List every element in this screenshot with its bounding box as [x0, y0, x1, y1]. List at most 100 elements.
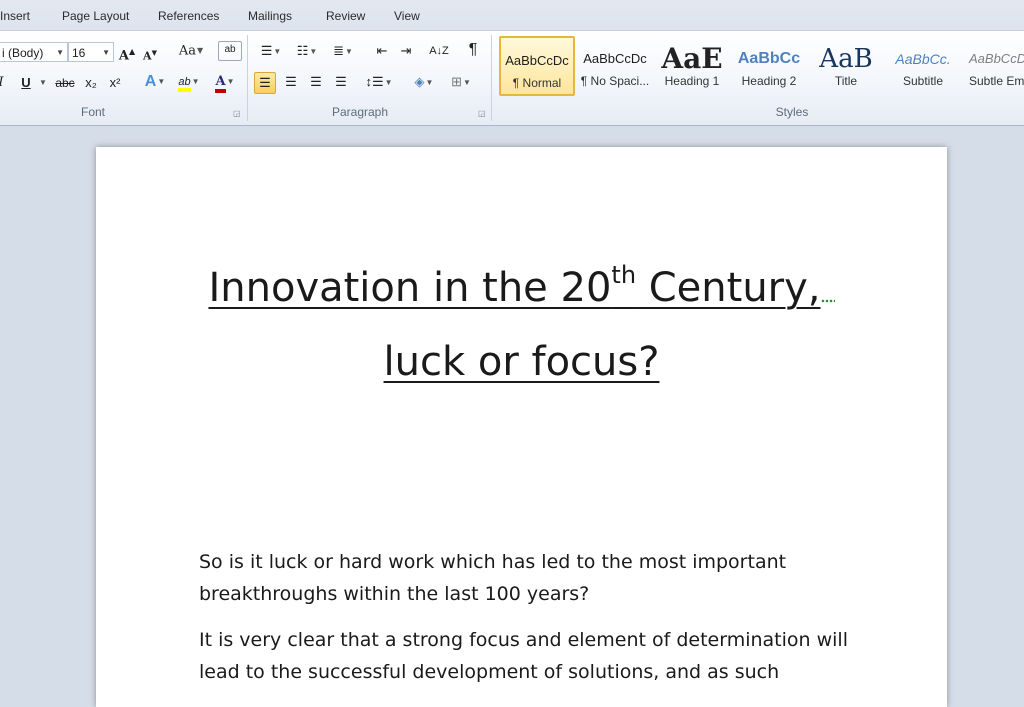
- multilevel-list-button[interactable]: ≣▼: [328, 41, 358, 63]
- grow-font-button[interactable]: A▲: [118, 41, 136, 63]
- style-heading-1[interactable]: AaE Heading 1: [654, 36, 730, 96]
- superscript-button[interactable]: x²: [106, 73, 124, 95]
- shrink-font-button[interactable]: A▼: [142, 43, 158, 65]
- justify-button[interactable]: ☰: [330, 72, 352, 94]
- tab-mailings[interactable]: Mailings: [248, 9, 292, 23]
- underline-icon: U: [21, 75, 31, 90]
- style-no-spacing[interactable]: AaBbCcDc ¶ No Spaci...: [577, 36, 653, 96]
- style-title[interactable]: AaB Title: [808, 36, 884, 96]
- font-dialog-launcher-icon[interactable]: ◲: [233, 109, 241, 118]
- font-color-icon: A: [215, 74, 226, 93]
- tab-insert[interactable]: Insert: [0, 9, 30, 23]
- tab-page-layout[interactable]: Page Layout: [62, 9, 129, 23]
- style-name: ¶ No Spaci...: [580, 74, 650, 88]
- pilcrow-icon: ¶: [468, 41, 478, 58]
- tab-references[interactable]: References: [158, 9, 219, 23]
- align-center-icon: ☰: [285, 74, 297, 89]
- style-name: Subtle Em: [969, 74, 1024, 88]
- paragraph-line: So is it luck or hard work which has led…: [199, 551, 787, 573]
- style-sample: AaE: [661, 44, 723, 74]
- text-effects-button[interactable]: A▼: [140, 72, 170, 94]
- title-superscript: th: [611, 261, 637, 289]
- font-color-button[interactable]: A▼: [210, 71, 240, 93]
- underline-button[interactable]: U: [18, 73, 34, 95]
- style-sample: AaBbCcDc: [969, 51, 1024, 66]
- change-case-icon: Aa: [178, 43, 196, 59]
- style-name: Title: [834, 74, 858, 88]
- font-size-combo[interactable]: 16 ▼: [68, 42, 114, 62]
- line-spacing-button[interactable]: ↕☰▼: [364, 72, 394, 94]
- title-text: luck or focus?: [383, 339, 660, 385]
- title-line-2: luck or focus?: [96, 325, 947, 399]
- grammar-squiggle-icon: [820, 299, 835, 303]
- style-sample: AaBbCc: [737, 50, 801, 67]
- document-title: Innovation in the 20th Century, luck or …: [96, 251, 947, 399]
- sort-icon: A↓Z: [429, 45, 449, 57]
- multilevel-list-icon: ≣: [333, 43, 344, 58]
- shrink-font-icon: A: [143, 49, 152, 63]
- show-formatting-button[interactable]: ¶: [464, 40, 482, 62]
- align-left-button[interactable]: ☰: [254, 72, 276, 94]
- sort-button[interactable]: A↓Z: [428, 41, 450, 63]
- title-text: Innovation in the 20: [208, 265, 612, 311]
- style-normal[interactable]: AaBbCcDc ¶ Normal: [499, 36, 575, 96]
- paragraph-line: lead to the successful development of so…: [199, 661, 780, 683]
- subscript-button[interactable]: x₂: [82, 73, 100, 95]
- tab-view[interactable]: View: [394, 9, 420, 23]
- grow-font-icon: A: [118, 48, 129, 64]
- decrease-indent-button[interactable]: ⇤: [372, 41, 392, 63]
- numbering-button[interactable]: ☷▼: [292, 41, 322, 63]
- paragraph-group-label: Paragraph: [331, 105, 389, 119]
- styles-group-label: Styles: [775, 105, 809, 119]
- bullets-button[interactable]: ☰▼: [256, 41, 286, 63]
- paragraph-line: breakthroughs within the last 100 years?: [199, 583, 590, 605]
- title-line-1: Innovation in the 20th Century,: [96, 251, 947, 325]
- style-sample: AaBbCc.: [895, 51, 951, 67]
- underline-dropdown[interactable]: ▼: [39, 73, 47, 95]
- font-name-combo[interactable]: i (Body) ▼: [0, 42, 68, 62]
- style-sample: AaBbCcDc: [583, 51, 647, 66]
- group-divider: [491, 35, 492, 121]
- bullet-list-icon: ☰: [260, 43, 273, 58]
- borders-button[interactable]: ⊞▼: [446, 72, 476, 94]
- paragraph-line: It is very clear that a strong focus and…: [199, 629, 848, 651]
- chevron-down-icon: ▼: [102, 48, 110, 57]
- text-effects-icon: A: [144, 73, 157, 91]
- change-case-button[interactable]: Aa▼: [176, 41, 206, 63]
- italic-button[interactable]: I: [0, 73, 6, 95]
- tab-review[interactable]: Review: [326, 9, 365, 23]
- clear-formatting-button[interactable]: ab: [218, 41, 242, 61]
- body-paragraph: So is it luck or hard work which has led…: [199, 546, 849, 610]
- strikethrough-button[interactable]: abc: [54, 73, 76, 95]
- line-spacing-icon: ↕☰: [365, 74, 384, 89]
- align-right-button[interactable]: ☰: [305, 72, 327, 94]
- font-group-label: Font: [80, 105, 105, 119]
- highlight-icon: ab: [178, 76, 191, 92]
- highlight-button[interactable]: ab▼: [172, 71, 206, 93]
- style-name: Heading 2: [741, 74, 797, 88]
- clear-formatting-icon: ab: [224, 44, 236, 55]
- body-paragraph: It is very clear that a strong focus and…: [199, 624, 849, 688]
- style-subtle-emphasis[interactable]: AaBbCcDc Subtle Em: [962, 36, 1024, 96]
- document-page[interactable]: Innovation in the 20th Century, luck or …: [96, 147, 947, 707]
- shading-button[interactable]: ◈▼: [408, 72, 440, 94]
- ribbon: i (Body) ▼ 16 ▼ A▲ A▼ Aa▼ ab I U ▼ abc x…: [0, 30, 1024, 126]
- style-name: Heading 1: [664, 74, 720, 88]
- align-center-button[interactable]: ☰: [280, 72, 302, 94]
- align-left-icon: ☰: [259, 75, 271, 90]
- style-heading-2[interactable]: AaBbCc Heading 2: [731, 36, 807, 96]
- increase-indent-icon: ⇥: [400, 43, 412, 58]
- justify-icon: ☰: [335, 74, 347, 89]
- decrease-indent-icon: ⇤: [376, 43, 388, 58]
- title-text: Century,: [636, 265, 821, 311]
- style-subtitle[interactable]: AaBbCc. Subtitle: [885, 36, 961, 96]
- paint-bucket-icon: ◈: [414, 74, 425, 89]
- ribbon-tab-bar: Insert Page Layout References Mailings R…: [0, 0, 1024, 30]
- increase-indent-button[interactable]: ⇥: [396, 41, 416, 63]
- style-sample: AaBbCcDc: [505, 53, 569, 68]
- align-right-icon: ☰: [310, 74, 322, 89]
- paragraph-dialog-launcher-icon[interactable]: ◲: [478, 109, 486, 118]
- chevron-down-icon: ▼: [56, 48, 64, 57]
- style-sample: AaB: [819, 44, 873, 74]
- borders-icon: ⊞: [451, 74, 462, 89]
